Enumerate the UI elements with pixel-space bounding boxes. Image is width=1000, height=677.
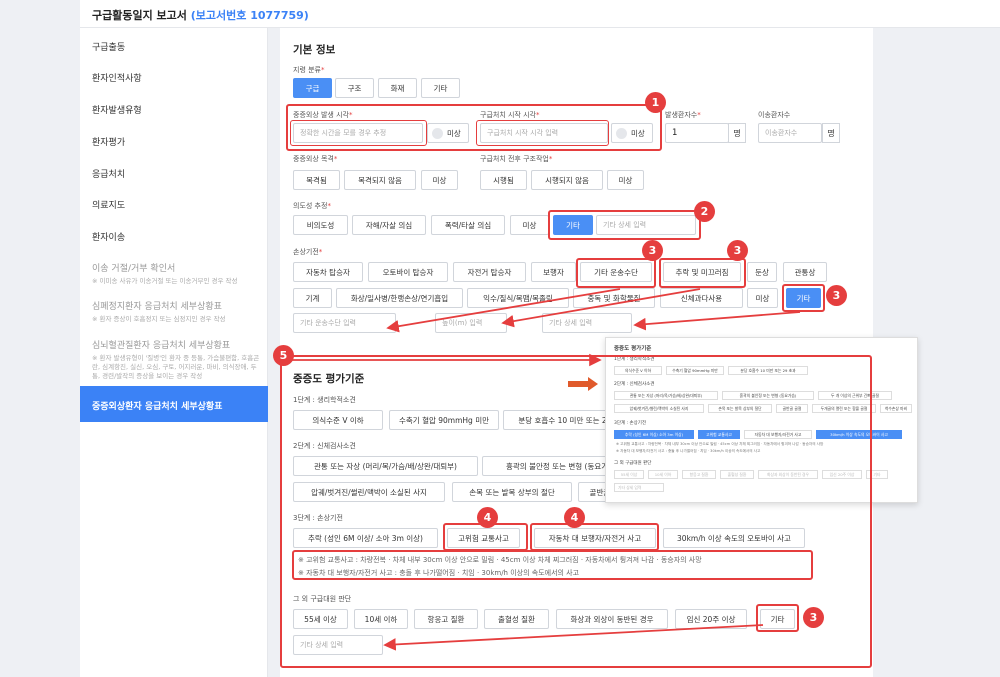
mech-overuse[interactable]: 신체과다사용 bbox=[660, 288, 743, 308]
witnessed-no[interactable]: 목격되지 않음 bbox=[344, 170, 416, 190]
mechanism-label-text: 손상기전 bbox=[293, 248, 319, 256]
sidebar-item-cardiac-label: 심폐정지환자 응급처치 세부상황표 bbox=[92, 302, 222, 312]
sidebar-item-cardiac-arrest[interactable]: 심폐정지환자 응급처치 세부상황표 ※ 환자 증상이 호흡정지 또는 심정지인 경… bbox=[80, 299, 268, 324]
highlight-first-aid-time bbox=[476, 120, 609, 146]
height-input[interactable]: 높이(m) 입력 bbox=[435, 313, 507, 333]
patients-input[interactable]: 1 bbox=[665, 123, 729, 143]
report-title: 구급활동일지 보고서 (보고서번호 1077759) bbox=[92, 7, 309, 23]
badge-3-a: 3 bbox=[642, 240, 663, 261]
sidebar-item-trauma[interactable]: 중증외상환자 응급처치 세부상황표 bbox=[80, 386, 268, 422]
intent-unintentional[interactable]: 비의도성 bbox=[293, 215, 348, 235]
badge-1: 1 bbox=[645, 92, 666, 113]
structural-label-text: 구급처치 전후 구조작업 bbox=[480, 155, 549, 163]
sidebar-item-transport[interactable]: 환자이송 bbox=[80, 230, 268, 243]
sidebar-item-cerebro-label: 심뇌혈관질환자 응급처치 세부상황표 bbox=[92, 341, 231, 351]
sidebar-item-refusal-sub: ※ 이미송 사유가 이송거절 또는 이송거부인 경우 작성 bbox=[92, 277, 238, 285]
structural-yes[interactable]: 시행됨 bbox=[480, 170, 527, 190]
mech-pedestrian[interactable]: 보행자 bbox=[531, 262, 576, 282]
mech-car[interactable]: 자동차 탑승자 bbox=[293, 262, 363, 282]
thumb-title: 중증도 평가기준 bbox=[614, 346, 652, 352]
sidebar-item-first-aid[interactable]: 응급처치 bbox=[80, 167, 268, 180]
sidebar-item-patient-info[interactable]: 환자인적사항 bbox=[80, 71, 268, 84]
witnessed-yes[interactable]: 목격됨 bbox=[293, 170, 340, 190]
witnessed-label: 중증외상 목격* bbox=[293, 155, 338, 163]
incident-type-other[interactable]: 기타 bbox=[421, 78, 460, 98]
transported-label: 이송환자수 bbox=[758, 111, 791, 119]
sidebar-item-incident-type[interactable]: 환자발생유형 bbox=[80, 103, 268, 116]
highlight-box-2 bbox=[548, 210, 701, 240]
sidebar-item-assessment[interactable]: 환자평가 bbox=[80, 135, 268, 148]
highlight-trauma-time bbox=[290, 120, 427, 146]
sidebar-item-dispatch[interactable]: 구급출동 bbox=[80, 40, 268, 53]
patients-unit: 명 bbox=[728, 123, 746, 143]
sidebar-item-cardiac-sub: ※ 환자 증상이 호흡정지 또는 심정지인 경우 작성 bbox=[92, 315, 226, 323]
badge-3-d: 3 bbox=[803, 607, 824, 628]
incident-type-label: 지령 분류* bbox=[293, 66, 325, 74]
sidebar-item-medical-direction[interactable]: 의료지도 bbox=[80, 198, 268, 211]
intent-self-harm[interactable]: 자해/자살 의심 bbox=[352, 215, 426, 235]
mech-burn[interactable]: 화상/일사병/한랭손상/연기흡입 bbox=[336, 288, 463, 308]
mechanism-other-input[interactable]: 기타 상세 입력 bbox=[542, 313, 632, 333]
mech-bicycle[interactable]: 자전거 탑승자 bbox=[453, 262, 526, 282]
transported-unit: 명 bbox=[822, 123, 840, 143]
mech-machine[interactable]: 기계 bbox=[293, 288, 332, 308]
mech-motorcycle[interactable]: 오토바이 탑승자 bbox=[368, 262, 448, 282]
structural-unknown[interactable]: 미상 bbox=[607, 170, 644, 190]
witnessed-label-text: 중증외상 목격 bbox=[293, 155, 334, 163]
transported-input[interactable]: 이송환자수 bbox=[758, 123, 822, 143]
sidebar-item-refusal-label: 이송 거절/거부 확인서 bbox=[92, 264, 176, 274]
incident-type-fire[interactable]: 화재 bbox=[378, 78, 417, 98]
patients-label: 발생환자수* bbox=[665, 111, 701, 119]
basic-info-title: 기본 정보 bbox=[293, 44, 336, 56]
structural-no[interactable]: 시행되지 않음 bbox=[531, 170, 603, 190]
badge-4-a: 4 bbox=[477, 507, 498, 528]
sidebar-item-refusal[interactable]: 이송 거절/거부 확인서 ※ 이미송 사유가 이송거절 또는 이송거부인 경우 작… bbox=[80, 261, 268, 286]
incident-type-rescue[interactable]: 구조 bbox=[335, 78, 374, 98]
highlight-box-3c bbox=[782, 284, 825, 312]
highlight-box-3b bbox=[659, 258, 746, 288]
patients-label-text: 발생환자수 bbox=[665, 111, 698, 119]
incident-type-label-text: 지령 분류 bbox=[293, 66, 321, 74]
mech-drowning[interactable]: 익수/질식/목맴/목졸림 bbox=[467, 288, 569, 308]
sidebar-item-cerebro-sub: ※ 환자 발생유형이 '질병'인 환자 중 등통, 가슴불편함, 호흡곤란, 심… bbox=[92, 354, 260, 380]
badge-5: 5 bbox=[273, 345, 294, 366]
sidebar-item-cerebro[interactable]: 심뇌혈관질환자 응급처치 세부상황표 ※ 환자 발생유형이 '질병'인 환자 중 … bbox=[80, 338, 264, 381]
incident-type-rescue-emergency[interactable]: 구급 bbox=[293, 78, 332, 98]
sidebar: 구급출동 환자인적사항 환자발생유형 환자평가 응급처치 의료지도 환자이송 이… bbox=[80, 28, 268, 677]
report-title-text: 구급활동일지 보고서 bbox=[92, 9, 187, 22]
intent-violence[interactable]: 폭력/타살 의심 bbox=[431, 215, 505, 235]
badge-3-c: 3 bbox=[826, 285, 847, 306]
highlight-box-3a bbox=[576, 258, 656, 288]
report-number: (보고서번호 1077759) bbox=[190, 9, 309, 22]
top-bar: 구급활동일지 보고서 (보고서번호 1077759) bbox=[80, 0, 1000, 28]
mechanism-label: 손상기전* bbox=[293, 248, 323, 256]
transport-other-input[interactable]: 기타 운송수단 입력 bbox=[293, 313, 396, 333]
structural-label: 구급처치 전후 구조작업* bbox=[480, 155, 553, 163]
badge-3-b: 3 bbox=[727, 240, 748, 261]
witnessed-unknown[interactable]: 미상 bbox=[421, 170, 458, 190]
badge-4-b: 4 bbox=[564, 507, 585, 528]
mech-blunt[interactable]: 둔상 bbox=[747, 262, 777, 282]
badge-2: 2 bbox=[694, 201, 715, 222]
intent-unknown[interactable]: 미상 bbox=[510, 215, 549, 235]
intent-label: 의도성 추정* bbox=[293, 202, 331, 210]
mech-unknown[interactable]: 미상 bbox=[747, 288, 778, 308]
mech-penetrating[interactable]: 관통상 bbox=[783, 262, 827, 282]
thumb-step2-h: 척수손상 마비 bbox=[880, 404, 912, 413]
intent-label-text: 의도성 추정 bbox=[293, 202, 328, 210]
mech-poisoning[interactable]: 중독 및 화학물질 bbox=[573, 288, 655, 308]
